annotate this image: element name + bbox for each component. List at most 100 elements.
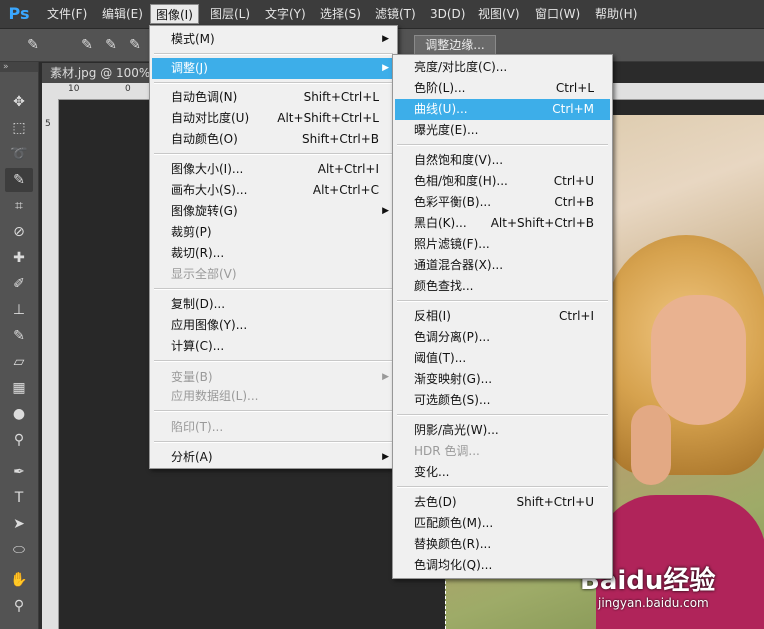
lasso-tool-icon[interactable]: ➰	[5, 142, 33, 166]
menu-separator	[154, 288, 393, 290]
menu-select[interactable]: 选择(S)	[315, 4, 366, 24]
menu-item-match-color[interactable]: 匹配颜色(M)...	[395, 513, 610, 534]
photo-hand	[631, 405, 671, 485]
move-tool-icon[interactable]: ✥	[5, 90, 33, 114]
menu-separator	[154, 82, 393, 84]
menu-item-auto-contrast[interactable]: 自动对比度(U) Alt+Shift+Ctrl+L	[152, 108, 395, 129]
menu-item-hue-saturation[interactable]: 色相/饱和度(H)... Ctrl+U	[395, 171, 610, 192]
brush-tool-icon[interactable]: ✐	[5, 272, 33, 296]
submenu-arrow-icon: ▶	[382, 63, 389, 73]
menu-item-desaturate[interactable]: 去色(D) Shift+Ctrl+U	[395, 492, 610, 513]
menu-item-curves[interactable]: 曲线(U)... Ctrl+M	[395, 99, 610, 120]
menu-item-calculations[interactable]: 计算(C)...	[152, 336, 395, 357]
menu-item-image-size[interactable]: 图像大小(I)... Alt+Ctrl+I	[152, 159, 395, 180]
history-brush-tool-icon[interactable]: ✎	[5, 324, 33, 348]
menu-item-equalize[interactable]: 色调均化(Q)...	[395, 555, 610, 576]
menu-item-black-white[interactable]: 黑白(K)... Alt+Shift+Ctrl+B	[395, 213, 610, 234]
menu-item-trap: 陷印(T)...	[171, 420, 224, 434]
menu-item-threshold[interactable]: 阈值(T)...	[395, 348, 610, 369]
menu-item-color-lookup[interactable]: 颜色查找...	[395, 276, 610, 297]
image-menu-dropdown: 模式(M) ▶ 调整(J) ▶ 自动色调(N) Shift+Ctrl+L 自动对比度(…	[149, 25, 398, 469]
menu-window[interactable]: 窗口(W)	[530, 4, 585, 24]
tools-panel: » ✥ ⬚ ➰ ✎ ⌗ ⊘ ✚ ✐ ⊥ ✎ ▱ ▦ ● ⚲ ✒ T ➤ ⬭ ✋ …	[0, 62, 39, 629]
menu-separator	[154, 360, 393, 362]
menu-item-auto-tone[interactable]: 自动色调(N) Shift+Ctrl+L	[152, 87, 395, 108]
menu-item-variables: 变量(B) ▶	[152, 367, 395, 388]
menu-item-color-balance[interactable]: 色彩平衡(B)... Ctrl+B	[395, 192, 610, 213]
pen-tool-icon[interactable]: ✒	[5, 460, 33, 484]
refine-edge-button[interactable]: 调整边缘...	[414, 35, 496, 55]
menu-separator	[154, 441, 393, 443]
blur-tool-icon[interactable]: ●	[5, 402, 33, 426]
panel-collapse-icon[interactable]: »	[0, 62, 38, 72]
shape-tool-icon[interactable]: ⬭	[5, 538, 33, 562]
menu-item-selective-color[interactable]: 可选颜色(S)...	[395, 390, 610, 411]
marquee-tool-icon[interactable]: ⬚	[5, 116, 33, 140]
menu-item-hdr-toning: HDR 色调...	[414, 444, 480, 458]
menu-item-apply-image[interactable]: 应用图像(Y)...	[152, 315, 395, 336]
menu-filter[interactable]: 滤镜(T)	[370, 4, 421, 24]
menu-item-posterize[interactable]: 色调分离(P)...	[395, 327, 610, 348]
menu-image[interactable]: 图像(I)	[150, 4, 199, 24]
add-to-selection-icon[interactable]: ✎	[100, 35, 122, 55]
menu-item-crop[interactable]: 裁剪(P)	[152, 222, 395, 243]
menu-item-duplicate[interactable]: 复制(D)...	[152, 294, 395, 315]
crop-tool-icon[interactable]: ⌗	[5, 194, 33, 218]
menu-separator	[154, 153, 393, 155]
path-selection-tool-icon[interactable]: ➤	[5, 512, 33, 536]
menu-separator	[397, 414, 608, 416]
healing-brush-tool-icon[interactable]: ✚	[5, 246, 33, 270]
new-selection-icon[interactable]: ✎	[76, 35, 98, 55]
gradient-tool-icon[interactable]: ▦	[5, 376, 33, 400]
submenu-arrow-icon: ▶	[382, 34, 389, 44]
menu-item-image-rotation[interactable]: 图像旋转(G) ▶	[152, 201, 395, 222]
eyedropper-tool-icon[interactable]: ⊘	[5, 220, 33, 244]
menu-item-variations[interactable]: 变化...	[395, 462, 610, 483]
zoom-tool-icon[interactable]: ⚲	[5, 594, 33, 618]
vertical-ruler: 5	[42, 99, 59, 629]
menu-item-mode[interactable]: 模式(M) ▶	[152, 29, 395, 50]
dodge-tool-icon[interactable]: ⚲	[5, 428, 33, 452]
menu-3d[interactable]: 3D(D)	[425, 4, 470, 24]
menu-item-adjustments[interactable]: 调整(J) ▶	[152, 58, 395, 79]
menu-file[interactable]: 文件(F)	[42, 4, 92, 24]
menu-item-channel-mixer[interactable]: 通道混合器(X)...	[395, 255, 610, 276]
menu-layer[interactable]: 图层(L)	[205, 4, 255, 24]
hand-tool-icon[interactable]: ✋	[5, 568, 33, 592]
menu-item-photo-filter[interactable]: 照片滤镜(F)...	[395, 234, 610, 255]
menu-item-apply-data-set: 应用数据组(L)...	[171, 389, 259, 403]
menu-separator	[397, 300, 608, 302]
menu-item-reveal-all: 显示全部(V)	[171, 267, 237, 281]
photoshop-logo: Ps	[8, 4, 30, 23]
menu-help[interactable]: 帮助(H)	[590, 4, 642, 24]
photo-face	[651, 295, 746, 425]
clone-stamp-tool-icon[interactable]: ⊥	[5, 298, 33, 322]
quick-selection-preset-icon[interactable]: ✎	[22, 35, 44, 55]
menu-item-auto-color[interactable]: 自动颜色(O) Shift+Ctrl+B	[152, 129, 395, 150]
ruler-tick-label: 0	[125, 84, 131, 94]
menu-item-canvas-size[interactable]: 画布大小(S)... Alt+Ctrl+C	[152, 180, 395, 201]
menu-type[interactable]: 文字(Y)	[260, 4, 311, 24]
menu-item-vibrance[interactable]: 自然饱和度(V)...	[395, 150, 610, 171]
type-tool-icon[interactable]: T	[5, 486, 33, 510]
menu-separator	[154, 53, 393, 55]
eraser-tool-icon[interactable]: ▱	[5, 350, 33, 374]
ruler-tick-label: 5	[45, 119, 51, 129]
menu-item-gradient-map[interactable]: 渐变映射(G)...	[395, 369, 610, 390]
menu-item-levels[interactable]: 色阶(L)... Ctrl+L	[395, 78, 610, 99]
menu-item-replace-color[interactable]: 替换颜色(R)...	[395, 534, 610, 555]
quick-selection-tool-icon[interactable]: ✎	[5, 168, 33, 192]
ruler-tick-label: 10	[68, 84, 80, 94]
menu-item-invert[interactable]: 反相(I) Ctrl+I	[395, 306, 610, 327]
menu-item-exposure[interactable]: 曝光度(E)...	[395, 120, 610, 141]
menu-edit[interactable]: 编辑(E)	[97, 4, 148, 24]
subtract-from-selection-icon[interactable]: ✎	[124, 35, 146, 55]
menu-separator	[154, 410, 393, 412]
menu-item-brightness-contrast[interactable]: 亮度/对比度(C)...	[395, 57, 610, 78]
submenu-arrow-icon: ▶	[382, 206, 389, 216]
menu-separator	[397, 486, 608, 488]
menu-view[interactable]: 视图(V)	[473, 4, 525, 24]
menu-item-shadows-highlights[interactable]: 阴影/高光(W)...	[395, 420, 610, 441]
menu-item-trim[interactable]: 裁切(R)...	[152, 243, 395, 264]
menu-item-analysis[interactable]: 分析(A) ▶	[152, 447, 395, 468]
